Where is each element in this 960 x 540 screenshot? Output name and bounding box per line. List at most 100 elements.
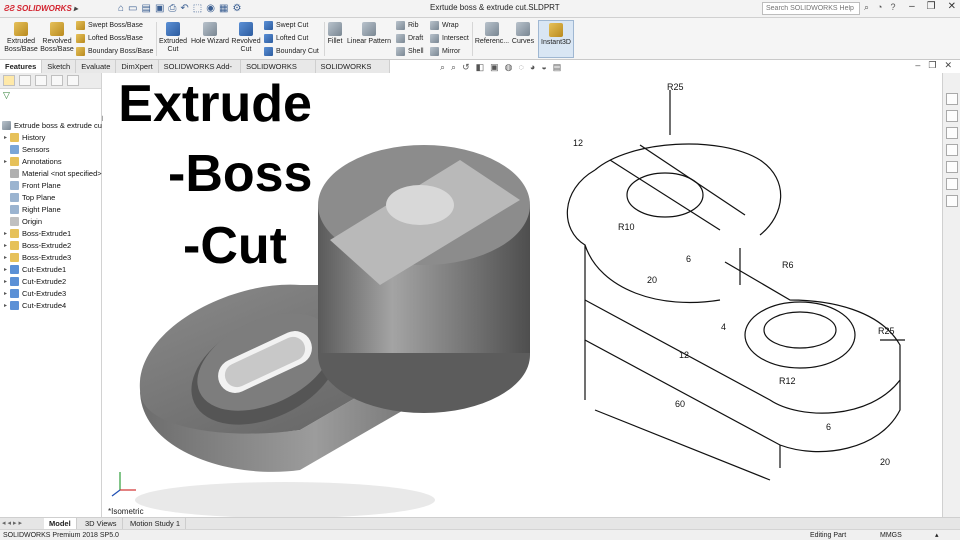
units-label[interactable]: MMGS: [880, 530, 902, 540]
solidworks-logo[interactable]: ƧƧ SOLIDWORKS ▸: [0, 4, 78, 13]
view-palette-icon[interactable]: [946, 144, 958, 156]
tree-item[interactable]: Right Plane: [4, 203, 61, 215]
home-icon[interactable]: ⌂: [118, 3, 124, 14]
doc-close-icon[interactable]: ✕: [944, 60, 952, 71]
restore-icon[interactable]: ❐: [927, 1, 936, 12]
tree-item[interactable]: Front Plane: [4, 179, 61, 191]
boundary-cut-button[interactable]: Boundary Cut: [264, 47, 319, 56]
tree-item[interactable]: ▸ Boss-Extrude2: [4, 239, 71, 251]
tree-root[interactable]: Extrude boss & extrude cut: [2, 119, 104, 131]
options-gear-icon[interactable]: ⚙: [232, 3, 241, 14]
doc-restore-icon[interactable]: ❐: [928, 60, 936, 71]
hide-show-icon[interactable]: ◌: [519, 62, 524, 73]
swept-cut-button[interactable]: Swept Cut: [264, 21, 308, 30]
curves-button[interactable]: Curves: [510, 22, 536, 46]
configurationmanager-tab-icon[interactable]: [35, 75, 47, 86]
undo-icon[interactable]: ↶: [180, 3, 188, 14]
linear-pattern-button[interactable]: Linear Pattern: [346, 22, 392, 46]
forum-icon[interactable]: [946, 195, 958, 207]
section-view-icon[interactable]: ◧: [476, 62, 485, 73]
shell-button[interactable]: Shell: [396, 47, 424, 56]
extruded-boss-button[interactable]: Extruded Boss/Base: [4, 22, 38, 54]
tree-item[interactable]: ▸ Cut-Extrude2: [4, 275, 66, 287]
rib-button[interactable]: Rib: [396, 21, 419, 30]
featuremanager-tab-icon[interactable]: [3, 75, 15, 86]
instant3d-button[interactable]: Instant3D: [538, 20, 574, 58]
user-icon[interactable]: ◔: [877, 2, 882, 13]
tab-scroll-arrows[interactable]: ◂◂▸▸: [2, 519, 24, 527]
display-manager-tab-icon[interactable]: [67, 75, 79, 86]
tree-item[interactable]: ▸ History: [4, 131, 45, 143]
save-icon[interactable]: ▣: [155, 3, 164, 14]
tree-item[interactable]: ▸ Cut-Extrude1: [4, 263, 66, 275]
tree-item[interactable]: ▸ Boss-Extrude1: [4, 227, 71, 239]
boundary-boss-button[interactable]: Boundary Boss/Base: [76, 47, 153, 56]
search-icon[interactable]: ⌕: [864, 2, 869, 13]
menu-arrow-icon[interactable]: ▸: [74, 4, 78, 13]
tab-features[interactable]: Features: [0, 60, 43, 73]
tree-item[interactable]: ▸ Cut-Extrude3: [4, 287, 66, 299]
open-folder-icon[interactable]: ▤: [142, 3, 151, 14]
print-icon[interactable]: ⎙: [168, 3, 176, 14]
tree-item[interactable]: ▸ Annotations: [4, 155, 62, 167]
tab-addins[interactable]: SOLIDWORKS Add-Ins: [159, 60, 242, 82]
filter-icon[interactable]: ▽: [0, 89, 101, 102]
minimize-icon[interactable]: –: [909, 1, 915, 12]
appearances-icon[interactable]: [946, 161, 958, 173]
extruded-cut-button[interactable]: Extruded Cut: [158, 22, 188, 54]
wrap-button[interactable]: Wrap: [430, 21, 459, 30]
tree-item[interactable]: Material <not specified>: [4, 167, 102, 179]
tab-cam[interactable]: SOLIDWORKS CAM: [316, 60, 390, 82]
dimxpertmanager-tab-icon[interactable]: [51, 75, 63, 86]
drawing-cyl-left: [566, 169, 596, 300]
custom-properties-icon[interactable]: [946, 178, 958, 190]
graphics-area[interactable]: R25 12 R10 6 20 R6 4 12 R12 R25 60 6 20: [102, 73, 942, 517]
tab-mbd[interactable]: SOLIDWORKS MBD: [241, 60, 316, 82]
tab-dimxpert[interactable]: DimXpert: [116, 60, 159, 73]
status-expand-icon[interactable]: ▴: [935, 530, 939, 540]
heads-up-toolbar: ⌕ ⌕ ↺ ◧ ▣ ◍ ◌ ◕ ◒ ▤: [440, 62, 561, 73]
solidworks-resources-icon[interactable]: [946, 93, 958, 105]
appearance-icon[interactable]: ◕: [530, 62, 535, 73]
wrap-label: Wrap: [442, 22, 459, 29]
file-explorer-icon[interactable]: [946, 127, 958, 139]
zoom-fit-icon[interactable]: ⌕: [440, 62, 445, 73]
fillet-button[interactable]: Fillet: [326, 22, 344, 46]
view-orientation-icon[interactable]: ▣: [490, 62, 499, 73]
tree-item[interactable]: ▸ Boss-Extrude3: [4, 251, 71, 263]
zoom-area-icon[interactable]: ⌕: [451, 62, 456, 73]
tab-sketch[interactable]: Sketch: [42, 60, 77, 73]
select-icon[interactable]: ⬚: [193, 3, 202, 14]
close-icon[interactable]: ✕: [948, 1, 956, 12]
propertymanager-tab-icon[interactable]: [19, 75, 31, 86]
revolved-cut-button[interactable]: Revolved Cut: [231, 22, 261, 54]
tree-item[interactable]: Origin: [4, 215, 42, 227]
lofted-boss-button[interactable]: Lofted Boss/Base: [76, 34, 143, 43]
view-orientation-label: *Isometric: [108, 507, 144, 516]
view-settings-icon[interactable]: ▤: [553, 62, 562, 73]
swept-boss-button[interactable]: Swept Boss/Base: [76, 21, 143, 30]
help-search-input[interactable]: [762, 2, 860, 15]
scene-icon[interactable]: ◒: [541, 62, 546, 73]
file-properties-icon[interactable]: ▦: [219, 3, 228, 14]
doc-minimize-icon[interactable]: –: [915, 60, 920, 71]
tree-item[interactable]: Top Plane: [4, 191, 55, 203]
help-icon[interactable]: ?: [890, 2, 895, 13]
lofted-cut-button[interactable]: Lofted Cut: [264, 34, 308, 43]
hole-wizard-button[interactable]: Hole Wizard: [190, 22, 230, 46]
tree-item[interactable]: ▸ Cut-Extrude4: [4, 299, 66, 311]
design-library-icon[interactable]: [946, 110, 958, 122]
mirror-button[interactable]: Mirror: [430, 47, 460, 56]
feature-manager: ▽ Extrude boss & extrude cut ▸ History Sen…: [0, 73, 104, 518]
intersect-button[interactable]: Intersect: [430, 34, 469, 43]
revolved-boss-button[interactable]: Revolved Boss/Base: [40, 22, 74, 54]
display-style-icon[interactable]: ◍: [505, 62, 513, 73]
tab-evaluate[interactable]: Evaluate: [76, 60, 117, 73]
previous-view-icon[interactable]: ↺: [462, 62, 470, 73]
rebuild-icon[interactable]: ◉: [206, 3, 215, 14]
feature-icon: [10, 156, 19, 166]
new-document-icon[interactable]: ▭: [128, 3, 137, 14]
tree-item[interactable]: Sensors: [4, 143, 50, 155]
draft-button[interactable]: Draft: [396, 34, 423, 43]
reference-geometry-button[interactable]: Referenc...: [474, 22, 510, 46]
